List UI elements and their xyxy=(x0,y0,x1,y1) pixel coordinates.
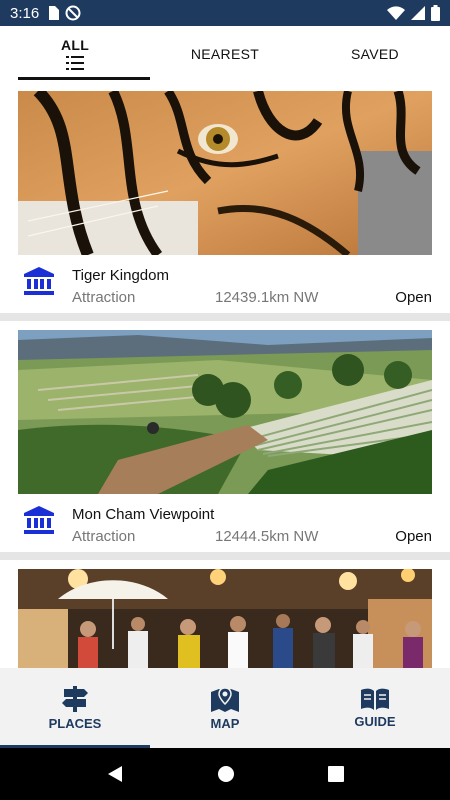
tab-all-label: ALL xyxy=(60,37,90,53)
museum-icon xyxy=(24,267,54,295)
numbered-list-icon xyxy=(66,56,84,70)
wifi-icon xyxy=(387,6,405,20)
no-entry-icon xyxy=(65,5,81,21)
place-status: Open xyxy=(395,528,432,545)
tab-nearest-label: NEAREST xyxy=(190,46,260,62)
status-time: 3:16 xyxy=(10,4,40,22)
place-status: Open xyxy=(395,289,432,306)
tab-nearest[interactable]: NEAREST xyxy=(150,26,300,82)
place-type: Attraction xyxy=(72,528,136,545)
museum-icon xyxy=(24,506,54,534)
night-market-photo xyxy=(18,569,432,668)
bottom-navigation: PLACES MAP GUIDE xyxy=(0,668,450,748)
place-distance: 12444.5km NW xyxy=(215,528,319,545)
category-tabs: ALL NEAREST SAVED xyxy=(0,26,450,82)
nav-guide-label: GUIDE xyxy=(354,713,396,729)
home-icon[interactable] xyxy=(217,765,235,783)
battery-icon xyxy=(431,5,440,21)
nav-map-label: MAP xyxy=(210,715,240,731)
tab-saved-label: SAVED xyxy=(351,46,399,62)
place-type: Attraction xyxy=(72,289,136,306)
nav-places[interactable]: PLACES xyxy=(0,668,150,748)
tab-saved[interactable]: SAVED xyxy=(300,26,450,82)
place-name: Tiger Kingdom xyxy=(72,267,169,284)
nav-map[interactable]: MAP xyxy=(150,668,300,748)
recents-icon[interactable] xyxy=(327,766,344,782)
mountain-farm-photo xyxy=(18,330,432,494)
place-distance: 12439.1km NW xyxy=(215,289,319,306)
place-card[interactable]: Tiger Kingdom Attraction 12439.1km NW Op… xyxy=(0,82,450,313)
place-info: Tiger Kingdom Attraction 12439.1km NW Op… xyxy=(18,255,432,313)
nav-guide[interactable]: GUIDE xyxy=(300,668,450,748)
back-icon[interactable] xyxy=(106,765,124,783)
signpost-icon xyxy=(62,685,88,712)
nav-places-label: PLACES xyxy=(48,715,102,731)
tiger-photo xyxy=(18,91,432,255)
place-card[interactable] xyxy=(0,560,450,668)
active-tab-indicator xyxy=(18,77,150,80)
map-icon xyxy=(211,686,239,712)
signal-icon xyxy=(411,6,425,20)
tab-all[interactable]: ALL xyxy=(0,26,150,82)
status-bar: 3:16 xyxy=(0,0,450,26)
system-navigation-bar xyxy=(0,748,450,800)
place-info: Mon Cham Viewpoint Attraction 12444.5km … xyxy=(18,494,432,552)
places-list[interactable]: Tiger Kingdom Attraction 12439.1km NW Op… xyxy=(0,82,450,668)
book-icon xyxy=(361,688,389,710)
sim-card-icon xyxy=(49,6,60,20)
place-card[interactable]: Mon Cham Viewpoint Attraction 12444.5km … xyxy=(0,321,450,552)
place-name: Mon Cham Viewpoint xyxy=(72,506,215,523)
